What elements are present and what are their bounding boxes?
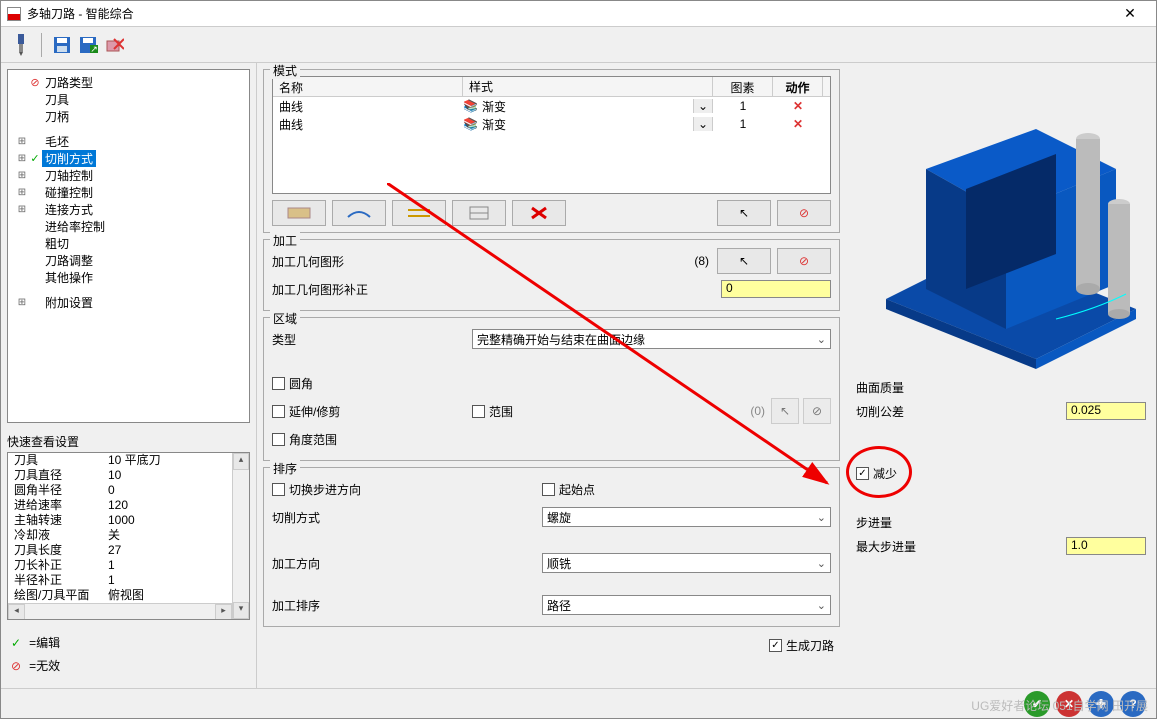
machining-title: 加工 [270, 232, 300, 249]
range-count: (0) [750, 404, 765, 418]
clear-select-icon[interactable]: ⊘ [777, 200, 831, 226]
window-title: 多轴刀路 - 智能综合 [27, 5, 1110, 22]
save-green-icon[interactable]: ↗ [76, 33, 100, 57]
tolerance-label: 切削公差 [856, 403, 1066, 420]
fillet-checkbox[interactable]: 圆角 [272, 375, 313, 392]
delete-icon[interactable] [102, 33, 126, 57]
legend-invalid: =无效 [29, 657, 60, 674]
select-geom-button[interactable]: ↖ [717, 248, 771, 274]
direction-select[interactable]: 顺铣 [542, 553, 831, 573]
range-select-button: ↖ [771, 398, 799, 424]
mode-row[interactable]: 曲线 📚渐变 ⌄ 1 ✕ [273, 97, 830, 115]
dropdown-icon[interactable]: ⌄ [693, 117, 713, 131]
tree-item[interactable]: 刀路类型 [8, 74, 249, 91]
mode-btn-4[interactable] [452, 200, 506, 226]
dropdown-icon[interactable]: ⌄ [693, 99, 713, 113]
sort-title: 排序 [270, 460, 300, 477]
cutmethod-label: 切削方式 [272, 509, 542, 526]
direction-label: 加工方向 [272, 555, 542, 572]
mode-row[interactable]: 曲线 📚渐变 ⌄ 1 ✕ [273, 115, 830, 133]
cancel-button[interactable]: ✕ [1056, 691, 1082, 717]
operation-tree[interactable]: 刀路类型 刀具 刀柄 ⊞毛坯 ⊞切削方式 ⊞刀轴控制 ⊞碰撞控制 ⊞连接方式 进… [7, 69, 250, 423]
mode-btn-1[interactable] [272, 200, 326, 226]
cutmethod-select[interactable]: 螺旋 [542, 507, 831, 527]
save-icon[interactable] [50, 33, 74, 57]
delete-row-icon[interactable]: ✕ [773, 99, 823, 113]
mode-btn-3[interactable] [392, 200, 446, 226]
geom-label: 加工几何图形 [272, 253, 472, 270]
mode-btn-delete[interactable] [512, 200, 566, 226]
tool-icon[interactable] [9, 33, 33, 57]
help-button[interactable]: ? [1120, 691, 1146, 717]
tree-item[interactable]: ⊞刀轴控制 [8, 167, 249, 184]
main-toolbar: ↗ [1, 27, 1156, 63]
order-select[interactable]: 路径 [542, 595, 831, 615]
tree-item[interactable]: 刀路调整 [8, 252, 249, 269]
quickview-table: 刀具10 平底刀 刀具直径10 圆角半径0 进给速率120 主轴转速1000 冷… [8, 453, 232, 619]
quickview-title: 快速查看设置 [7, 433, 250, 450]
startpoint-checkbox[interactable]: 起始点 [542, 481, 595, 498]
apply-button[interactable]: ✚ [1088, 691, 1114, 717]
app-icon [7, 7, 21, 21]
tree-item[interactable]: ⊞碰撞控制 [8, 184, 249, 201]
geom-count: (8) [694, 254, 709, 268]
mode-table: 名称 样式 图素 动作 曲线 📚渐变 ⌄ 1 ✕ [272, 76, 831, 194]
tree-item[interactable]: ⊞附加设置 [8, 294, 249, 311]
legend-edit: =编辑 [29, 634, 60, 651]
region-type-select[interactable]: 完整精确开始与结束在曲面边缘 [472, 329, 831, 349]
step-title: 步进量 [856, 514, 1146, 531]
tree-item[interactable]: ⊞连接方式 [8, 201, 249, 218]
mode-title: 模式 [270, 63, 300, 79]
extend-checkbox[interactable]: 延伸/修剪 [272, 403, 472, 420]
range-clear-button: ⊘ [803, 398, 831, 424]
svg-text:↗: ↗ [90, 44, 98, 54]
tree-item[interactable]: 刀柄 [8, 108, 249, 125]
scrollbar[interactable]: ▴▾ [232, 453, 249, 619]
maxstep-input[interactable]: 1.0 [1066, 537, 1146, 555]
tree-item[interactable]: 刀具 [8, 91, 249, 108]
ok-button[interactable]: ✔ [1024, 691, 1050, 717]
flip-checkbox[interactable]: 切换步进方向 [272, 481, 542, 498]
comp-input[interactable]: 0 [721, 280, 831, 298]
anglerange-checkbox[interactable]: 角度范围 [272, 431, 337, 448]
close-button[interactable]: ✕ [1110, 5, 1150, 22]
tree-item[interactable]: 其他操作 [8, 269, 249, 286]
comp-label: 加工几何图形补正 [272, 281, 472, 298]
tree-item[interactable]: 进给率控制 [8, 218, 249, 235]
tree-item[interactable]: ⊞毛坯 [8, 133, 249, 150]
tolerance-input[interactable]: 0.025 [1066, 402, 1146, 420]
tree-item-cutmethod[interactable]: ⊞切削方式 [8, 150, 249, 167]
select-arrow-icon[interactable]: ↖ [717, 200, 771, 226]
region-type-label: 类型 [272, 331, 472, 348]
clear-geom-button[interactable]: ⊘ [777, 248, 831, 274]
range-checkbox[interactable]: 范围 [472, 403, 513, 420]
tree-item[interactable]: 粗切 [8, 235, 249, 252]
model-viewport[interactable] [856, 69, 1146, 369]
region-title: 区域 [270, 310, 300, 327]
mode-btn-2[interactable] [332, 200, 386, 226]
order-label: 加工排序 [272, 597, 542, 614]
quality-title: 曲面质量 [856, 379, 1146, 396]
annotation-circle [846, 446, 912, 498]
maxstep-label: 最大步进量 [856, 538, 1066, 555]
delete-row-icon[interactable]: ✕ [773, 117, 823, 131]
generate-path-checkbox[interactable]: ✓生成刀路 [769, 637, 834, 654]
